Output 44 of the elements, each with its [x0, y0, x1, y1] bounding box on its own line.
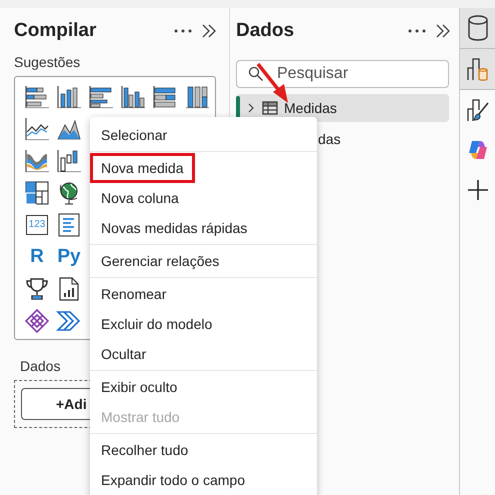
more-icon[interactable]	[407, 28, 427, 34]
add-icon[interactable]	[466, 179, 488, 201]
pane-title: Dados	[236, 20, 296, 42]
paintbrush-icon[interactable]	[466, 97, 490, 123]
pane-title: Compilar	[14, 20, 98, 42]
menu-item[interactable]: Novas medidas rápidas	[90, 213, 258, 243]
search-icon	[248, 66, 264, 82]
stacked-bar-chart-icon[interactable]	[153, 86, 177, 108]
ribbon-chart-icon[interactable]	[25, 150, 49, 172]
more-icon[interactable]	[173, 28, 193, 34]
script-visual-icon[interactable]: R	[30, 246, 44, 268]
waterfall-chart-icon[interactable]	[57, 150, 81, 172]
search-field[interactable]: Pesquisar	[236, 60, 449, 88]
treemap-icon[interactable]	[25, 181, 49, 205]
clustered-column-chart-icon[interactable]	[121, 86, 145, 108]
chart-database-icon[interactable]	[466, 56, 490, 82]
tree-item[interactable]: Medidas	[236, 94, 449, 122]
chevron-icon[interactable]	[246, 102, 256, 114]
table-icon	[262, 101, 278, 115]
stacked-column-chart-icon[interactable]	[185, 86, 209, 108]
diamond-icon[interactable]	[25, 309, 49, 333]
collapse-icon[interactable]	[435, 23, 451, 39]
menu-item[interactable]: Selecionar	[90, 120, 178, 150]
script-visual-icon[interactable]: Py	[57, 246, 81, 268]
report-icon[interactable]	[58, 277, 80, 301]
menu-item[interactable]: Nova coluna	[90, 183, 190, 213]
database-icon[interactable]	[466, 15, 488, 41]
chevrons-icon[interactable]	[56, 310, 82, 332]
menu-item[interactable]: Recolher tudo	[90, 435, 200, 465]
stacked-column-chart-icon[interactable]	[57, 86, 81, 108]
trophy-icon[interactable]	[25, 277, 49, 301]
section-label: Sugestões	[14, 54, 82, 70]
menu-item[interactable]: Excluir do modelo	[90, 309, 224, 339]
collapse-icon[interactable]	[201, 23, 217, 39]
menu-item[interactable]: Nova medida	[90, 153, 194, 183]
menu-item[interactable]: Gerenciar relações	[90, 246, 230, 276]
menu-item[interactable]: Expandir todo o campo	[90, 465, 256, 495]
area-chart-icon[interactable]	[57, 118, 81, 140]
menu-item[interactable]: Renomear	[90, 279, 178, 309]
stacked-bar-chart-icon[interactable]	[25, 86, 49, 108]
clustered-bar-chart-icon[interactable]	[89, 86, 113, 108]
line-chart-icon[interactable]	[25, 118, 49, 140]
menu-item[interactable]: Exibir oculto	[90, 372, 188, 402]
multi-row-card-icon[interactable]	[57, 213, 81, 237]
